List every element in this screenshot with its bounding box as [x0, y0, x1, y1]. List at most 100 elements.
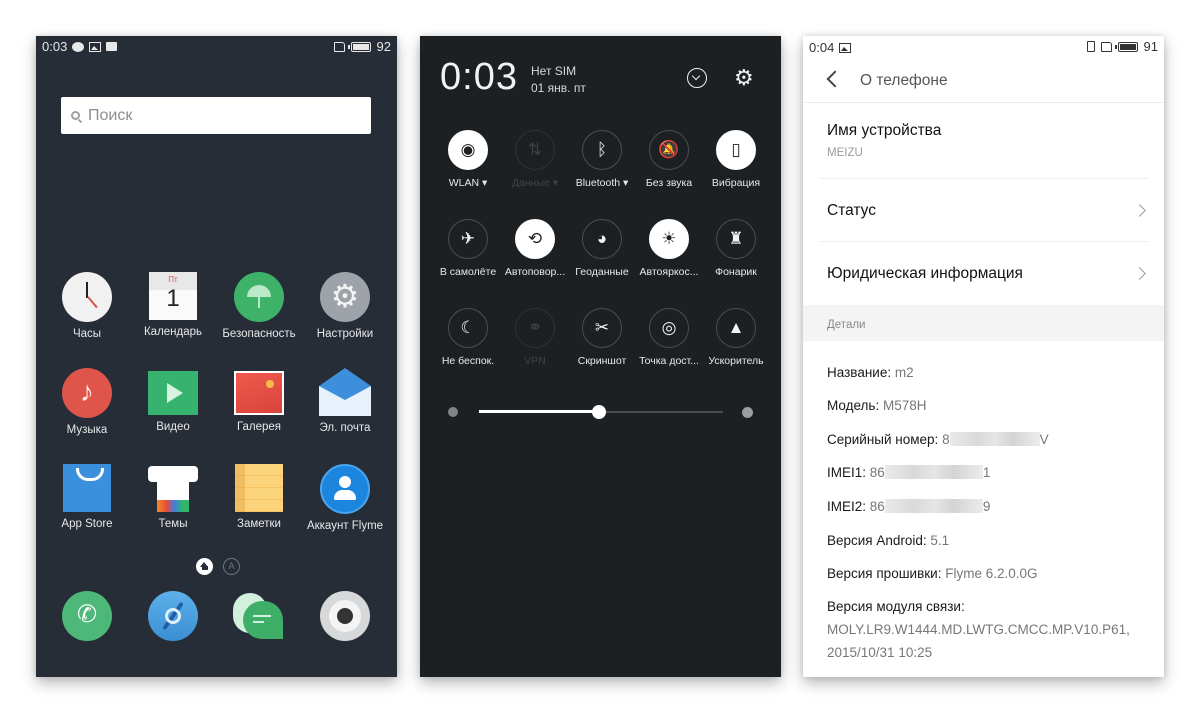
- slider-fill: [479, 410, 599, 413]
- redacted-blur: [884, 499, 983, 513]
- tile-auto-brightness[interactable]: ☀ Автояркос...: [633, 219, 705, 278]
- search-input[interactable]: [86, 105, 360, 126]
- detail-imei2: IMEI2: 86 9: [827, 499, 991, 514]
- tile-wifi[interactable]: ◉ WLAN ▾: [432, 130, 504, 189]
- browser-icon: [148, 591, 198, 641]
- device-name-value: MEIZU: [827, 147, 863, 159]
- detail-baseband-version: Версия модуля связи: MOLY.LR9.W1444.MD.L…: [827, 599, 1130, 660]
- airplane-icon: ✈: [448, 219, 488, 259]
- app-flyme-account[interactable]: Аккаунт Flyme: [302, 464, 388, 532]
- camera-icon: [320, 591, 370, 641]
- tile-label: Ускоритель: [708, 355, 764, 367]
- home-screen: 0:03 92 Часы Пт 1: [36, 36, 397, 677]
- detail-serial: Серийный номер: 8V: [827, 432, 1049, 447]
- screenshot-icon: ✂: [582, 308, 622, 348]
- expand-chevron-icon[interactable]: [687, 68, 707, 88]
- app-label: Настройки: [316, 328, 374, 340]
- tile-label: Без звука: [645, 177, 693, 189]
- app-label: Часы: [72, 328, 102, 340]
- tile-label: Не беспок.: [441, 355, 495, 367]
- settings-icon: ⚙: [320, 272, 370, 322]
- tile-flashlight[interactable]: ♜ Фонарик: [700, 219, 772, 278]
- detail-imei1: IMEI1: 86 1: [827, 465, 991, 480]
- messages-icon: [233, 591, 285, 641]
- calendar-icon: Пт 1: [149, 272, 197, 320]
- dock-browser[interactable]: [130, 591, 216, 641]
- app-label: Заметки: [237, 518, 281, 530]
- brightness-slider[interactable]: [448, 404, 753, 420]
- tile-label: WLAN ▾: [448, 177, 488, 189]
- app-notes[interactable]: Заметки: [216, 464, 302, 530]
- dock-camera[interactable]: [302, 591, 388, 641]
- app-email[interactable]: Эл. почта: [302, 368, 388, 434]
- detail-firmware-version: Версия прошивки: Flyme 6.2.0.0G: [827, 566, 1038, 581]
- tile-mobile-data[interactable]: ⇅ Данные ▾: [499, 130, 571, 189]
- tile-label: Фонарик: [715, 266, 757, 278]
- app-label: Темы: [158, 518, 188, 530]
- image-icon: [839, 42, 852, 53]
- battery-icon: [1114, 41, 1138, 52]
- divider: [819, 178, 1148, 179]
- app-label: Видео: [156, 421, 190, 433]
- app-settings[interactable]: ⚙ Настройки: [302, 272, 388, 340]
- flashlight-icon: ♜: [716, 219, 756, 259]
- gear-icon[interactable]: ⚙: [734, 67, 754, 89]
- wifi-icon: ◉: [448, 130, 488, 170]
- do-not-disturb-icon: ☾: [448, 308, 488, 348]
- tile-screenshot[interactable]: ✂ Скриншот: [566, 308, 638, 367]
- app-music[interactable]: ♪ Музыка: [44, 368, 130, 436]
- status-bar: 0:04 91: [803, 36, 1164, 58]
- app-clock[interactable]: Часы: [44, 272, 130, 340]
- detail-android-version: Версия Android: 5.1: [827, 533, 950, 548]
- page-indicator: A: [196, 558, 240, 575]
- app-themes[interactable]: Темы: [130, 464, 216, 530]
- dock-messages[interactable]: [216, 591, 302, 641]
- tile-label: Скриншот: [577, 355, 627, 367]
- image-icon: [89, 41, 102, 52]
- sim-date-info: Нет SIM 01 янв. пт: [531, 63, 586, 97]
- security-icon: [234, 272, 284, 322]
- tile-airplane[interactable]: ✈ В самолёте: [432, 219, 504, 278]
- home-page-icon[interactable]: [196, 558, 213, 575]
- notes-icon: [235, 464, 283, 512]
- brightness-high-icon: [742, 407, 753, 418]
- search-bar[interactable]: [61, 97, 371, 134]
- tile-do-not-disturb[interactable]: ☾ Не беспок.: [432, 308, 504, 367]
- slider-handle[interactable]: [591, 405, 606, 419]
- sim-icon: [333, 41, 345, 52]
- device-name-label: Имя устройства: [827, 122, 942, 139]
- app-app-store[interactable]: App Store: [44, 464, 130, 530]
- status-label: Статус: [827, 202, 876, 219]
- video-icon: [148, 371, 198, 415]
- device-name-row[interactable]: Имя устройства MEIZU: [827, 122, 1148, 159]
- tile-label: VPN: [524, 355, 546, 367]
- tile-auto-rotate[interactable]: ⟲ Автоповор...: [499, 219, 571, 278]
- tile-location[interactable]: ◕ Геоданные: [566, 219, 638, 278]
- auto-brightness-icon: ☀: [649, 219, 689, 259]
- tile-vibration[interactable]: ▯ Вибрация: [700, 130, 772, 189]
- app-label: Галерея: [236, 421, 282, 433]
- vpn-icon: ⚭: [515, 308, 555, 348]
- app-calendar[interactable]: Пт 1 Календарь: [130, 272, 216, 338]
- app-security[interactable]: Безопасность: [216, 272, 302, 340]
- bluetooth-icon: ᛒ: [582, 130, 622, 170]
- clock-icon: [62, 272, 112, 322]
- back-icon[interactable]: [826, 70, 844, 88]
- app-video[interactable]: Видео: [130, 368, 216, 433]
- tile-vpn[interactable]: ⚭ VPN: [499, 308, 571, 367]
- tile-bluetooth[interactable]: ᛒ Bluetooth ▾: [566, 130, 638, 189]
- app-page-indicator[interactable]: A: [223, 558, 240, 575]
- quick-settings-panel: 0:03 Нет SIM 01 янв. пт ⚙ ◉ WLAN ▾ ⇅ Данные…: [420, 36, 781, 677]
- mobile-data-icon: ⇅: [515, 130, 555, 170]
- app-gallery[interactable]: Галерея: [216, 368, 302, 433]
- tile-booster[interactable]: ▲ Ускоритель: [700, 308, 772, 367]
- legal-info-row[interactable]: Юридическая информация: [827, 265, 1148, 283]
- dock-phone[interactable]: ✆: [44, 591, 130, 641]
- auto-rotate-icon: ⟲: [515, 219, 555, 259]
- tile-mute[interactable]: 🔕 Без звука: [633, 130, 705, 189]
- location-icon: ◕: [582, 219, 622, 259]
- email-icon: [319, 368, 371, 416]
- tile-hotspot[interactable]: ◎ Точка дост...: [633, 308, 705, 367]
- status-row[interactable]: Статус: [827, 202, 1148, 220]
- section-label: Детали: [827, 319, 866, 331]
